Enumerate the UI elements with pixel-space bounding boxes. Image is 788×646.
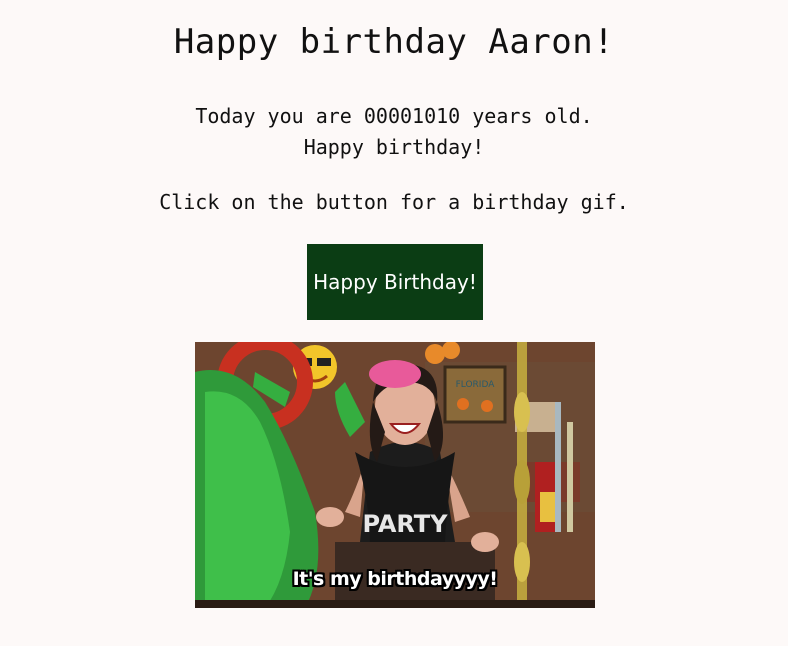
sign-text: FLORIDA [456,380,496,390]
page-title: Happy birthday Aaron! [173,22,615,62]
happy-birthday-button[interactable]: Happy Birthday! [307,244,483,320]
page: Happy birthday Aaron! Today you are 0000… [0,0,788,646]
birthday-gif: FLORIDA PARTY It's my birthdayyyy! [195,342,595,608]
age-text: Today you are 00001010 years old. [195,104,593,128]
gif-caption: It's my birthdayyyy! [292,568,498,590]
instruction-text: Click on the button for a birthday gif. [159,190,629,214]
greeting-text: Happy birthday! [303,135,485,159]
shirt-text: PARTY [362,510,448,538]
